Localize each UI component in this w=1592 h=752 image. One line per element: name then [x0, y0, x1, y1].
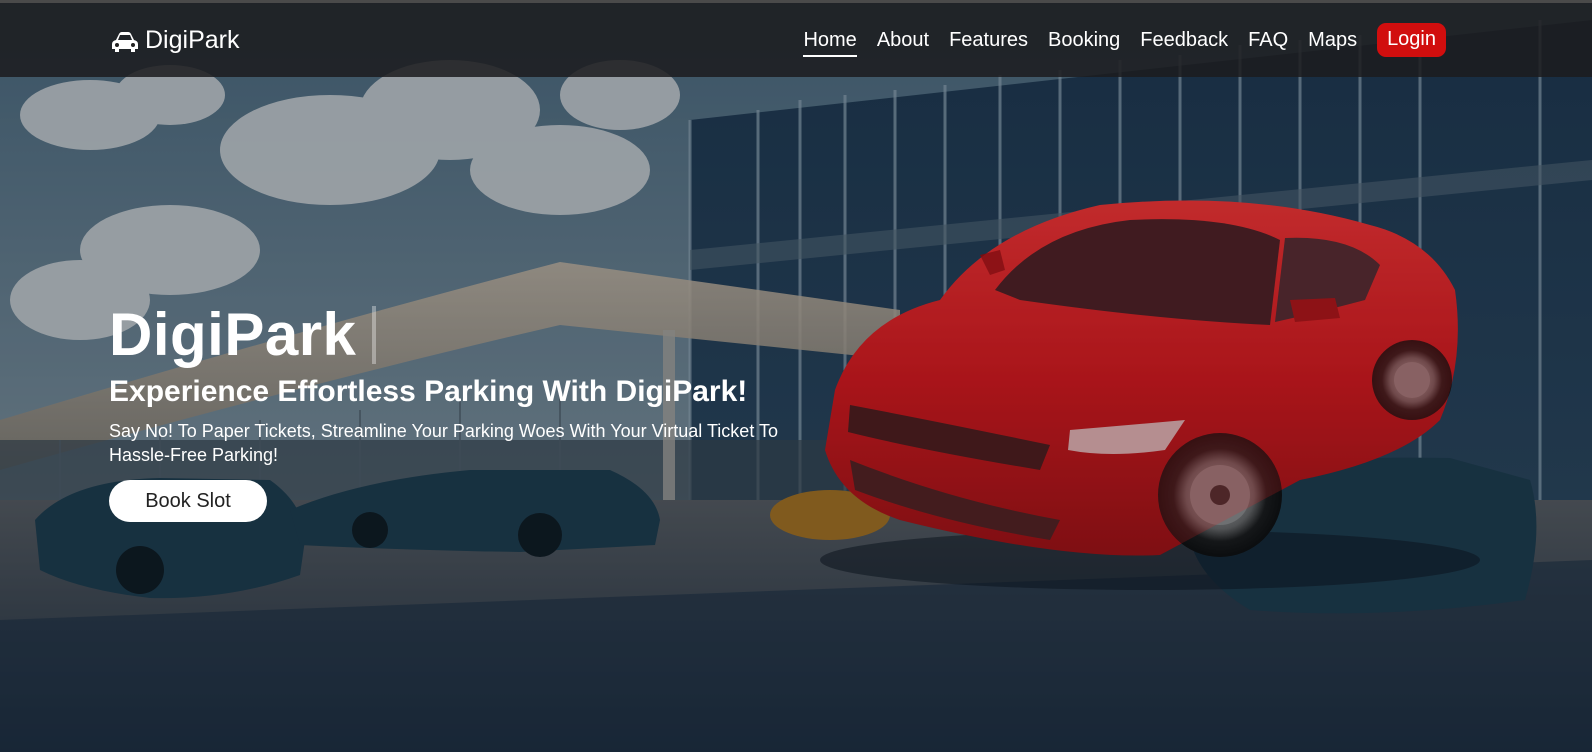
nav-item-booking[interactable]: Booking [1048, 24, 1120, 57]
navbar: DigiPark Home About Features Booking Fee… [0, 3, 1592, 77]
hero-description: Say No! To Paper Tickets, Streamline You… [109, 421, 779, 465]
nav-item-home[interactable]: Home [803, 24, 858, 57]
car-icon [112, 30, 138, 52]
brand-logo[interactable]: DigiPark [112, 3, 239, 77]
brand-name: DigiPark [145, 25, 240, 54]
nav-item-faq[interactable]: FAQ [1248, 24, 1288, 57]
hero-title-row: DigiPark [109, 305, 789, 365]
login-button[interactable]: Login [1377, 23, 1446, 57]
nav-item-feedback[interactable]: Feedback [1140, 24, 1228, 57]
hero-content: DigiPark Experience Effortless Parking W… [109, 305, 789, 522]
nav-links: Home About Features Booking Feedback FAQ… [783, 3, 1592, 77]
nav-item-features[interactable]: Features [949, 24, 1028, 57]
nav-item-about[interactable]: About [877, 24, 929, 57]
hero-subtitle: Experience Effortless Parking With DigiP… [109, 375, 748, 408]
nav-item-maps[interactable]: Maps [1308, 24, 1357, 57]
typing-cursor [372, 306, 377, 364]
window-top-border [0, 0, 1592, 3]
hero-title: DigiPark [109, 301, 357, 368]
book-slot-button[interactable]: Book Slot [109, 480, 267, 522]
